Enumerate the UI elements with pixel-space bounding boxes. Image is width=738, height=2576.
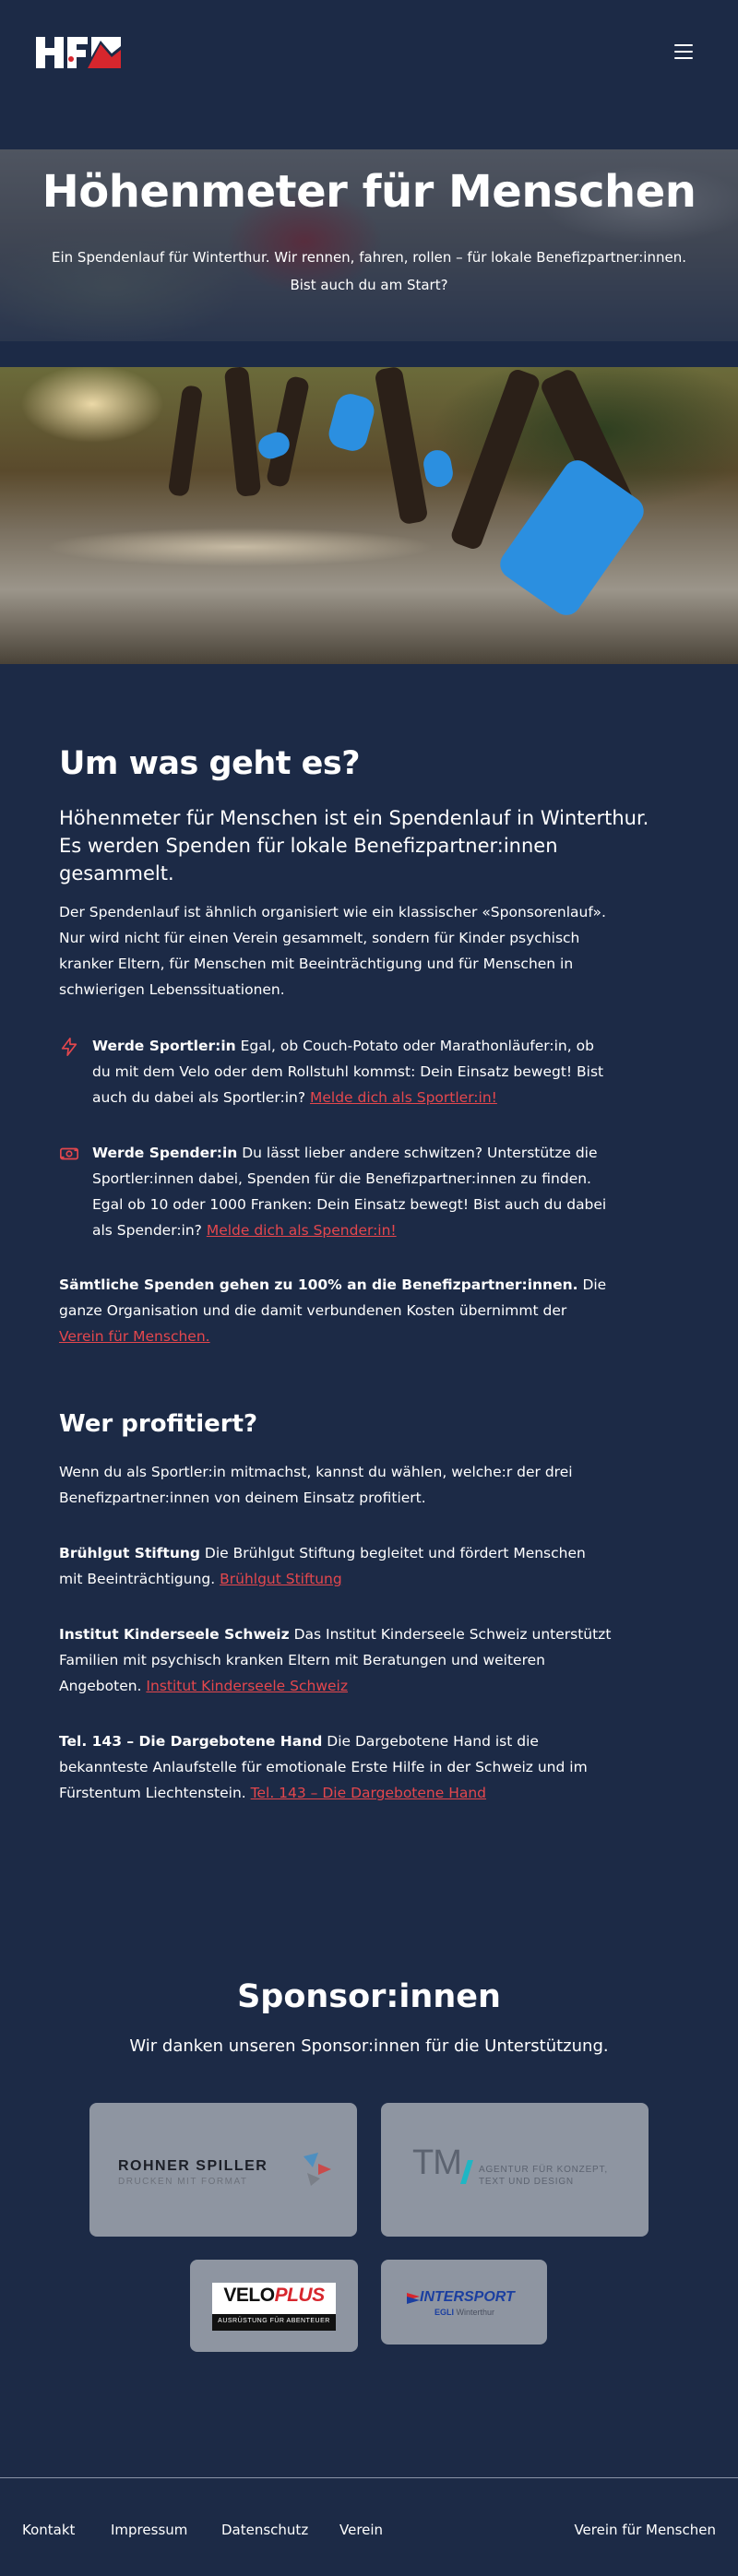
lightning-icon xyxy=(61,1038,77,1056)
page: Höhenmeter für Menschen Ein Spendenlauf … xyxy=(0,0,738,2576)
register-athlete-link[interactable]: Melde dich als Sportler:in! xyxy=(310,1089,497,1106)
footer-link-datenschutz[interactable]: Datenschutz xyxy=(221,2522,308,2538)
sponsor-rohner-spiller[interactable]: ROHNER SPILLER DRUCKEN MIT FORMAT xyxy=(89,2103,357,2237)
hero-title: Höhenmeter für Menschen xyxy=(42,166,696,218)
footer-link-impressum[interactable]: Impressum xyxy=(111,2522,187,2538)
beneficiary-tel143: Tel. 143 – Die Dargebotene Hand Die Darg… xyxy=(59,1733,588,1801)
rohner-spiller-logo-tagline: DRUCKEN MIT FORMAT xyxy=(118,2177,248,2187)
sponsor-veloplus[interactable]: VELOPLUS AUSRÜSTUNG FÜR ABENTEUER xyxy=(190,2260,358,2352)
feature-donor: Werde Spender:in Du lässt lieber andere … xyxy=(59,1140,613,1243)
footer-link-verein[interactable]: Verein xyxy=(339,2522,383,2538)
donation-cash-icon xyxy=(60,1147,78,1160)
site-logo[interactable] xyxy=(34,33,123,70)
tel143-link[interactable]: Tel. 143 – Die Dargebotene Hand xyxy=(251,1785,486,1801)
beneficiaries-heading: Wer profitiert? xyxy=(59,1410,258,1438)
tm-logo-accent xyxy=(460,2160,473,2184)
kinderseele-link[interactable]: Institut Kinderseele Schweiz xyxy=(146,1678,348,1694)
register-donor-link[interactable]: Melde dich als Spender:in! xyxy=(207,1222,397,1239)
runners-photo xyxy=(0,367,738,664)
sponsors-subtitle: Wir danken unseren Sponsor:innen für die… xyxy=(129,2036,609,2056)
hero-subtitle: Ein Spendenlauf für Winterthur. Wir renn… xyxy=(52,249,686,293)
feature-athlete-title: Werde Sportler:in xyxy=(92,1038,236,1054)
hero-banner: Höhenmeter für Menschen Ein Spendenlauf … xyxy=(0,149,738,341)
beneficiary-name: Tel. 143 – Die Dargebotene Hand xyxy=(59,1733,323,1750)
runner-shoe xyxy=(494,454,649,622)
feature-donor-title: Werde Spender:in xyxy=(92,1145,238,1161)
veloplus-logo-name: VELOPLUS xyxy=(223,2285,325,2306)
intersport-logo-name: INTERSPORT xyxy=(420,2289,515,2305)
rohner-spiller-logo-name: ROHNER SPILLER xyxy=(118,2158,268,2174)
hamburger-menu-icon[interactable] xyxy=(674,44,693,59)
beneficiary-kinderseele: Institut Kinderseele Schweiz Das Institu… xyxy=(59,1626,612,1694)
site-header xyxy=(0,0,738,103)
donation-note-bold: Sämtliche Spenden gehen zu 100% an die B… xyxy=(59,1276,578,1293)
feature-athlete: Werde Sportler:in Egal, ob Couch-Potato … xyxy=(59,1033,613,1110)
sponsor-intersport-egli[interactable]: INTERSPORT EGLI Winterthur xyxy=(381,2260,547,2345)
beneficiary-name: Institut Kinderseele Schweiz xyxy=(59,1626,290,1643)
beneficiary-name: Brühlgut Stiftung xyxy=(59,1545,200,1561)
intersport-logo-tagline: EGLI Winterthur xyxy=(434,2308,495,2317)
runner-shoe xyxy=(325,390,378,455)
runner-shoe xyxy=(421,447,456,490)
sponsors-heading: Sponsor:innen xyxy=(237,1978,501,2015)
about-lead: Höhenmeter für Menschen ist ein Spendenl… xyxy=(59,807,649,884)
tm-logo-tagline: AGENTUR FÜR KONZEPT, TEXT UND DESIGN xyxy=(479,2165,608,2187)
intersport-logo-mark xyxy=(407,2293,420,2304)
rohner-spiller-logo-mark xyxy=(304,2153,331,2186)
tm-logo-name: TM xyxy=(412,2143,462,2182)
beneficiaries-intro: Wenn du als Sportler:in mitmachst, kanns… xyxy=(59,1464,573,1506)
verein-link[interactable]: Verein für Menschen. xyxy=(59,1328,210,1345)
footer-link-kontakt[interactable]: Kontakt xyxy=(22,2522,75,2538)
donation-note: Sämtliche Spenden gehen zu 100% an die B… xyxy=(59,1272,613,1349)
about-heading: Um was geht es? xyxy=(59,745,361,782)
footer-divider xyxy=(0,2477,738,2478)
beneficiary-bruehlgut: Brühlgut Stiftung Die Brühlgut Stiftung … xyxy=(59,1545,586,1587)
about-body: Der Spendenlauf ist ähnlich organisiert … xyxy=(59,904,606,998)
bruehlgut-link[interactable]: Brühlgut Stiftung xyxy=(220,1571,342,1587)
footer-link-verein-fuer-menschen[interactable]: Verein für Menschen xyxy=(574,2522,716,2538)
veloplus-logo-tagline: AUSRÜSTUNG FÜR ABENTEUER xyxy=(218,2318,330,2324)
sponsor-tm-agentur[interactable]: TM AGENTUR FÜR KONZEPT, TEXT UND DESIGN xyxy=(381,2103,649,2237)
